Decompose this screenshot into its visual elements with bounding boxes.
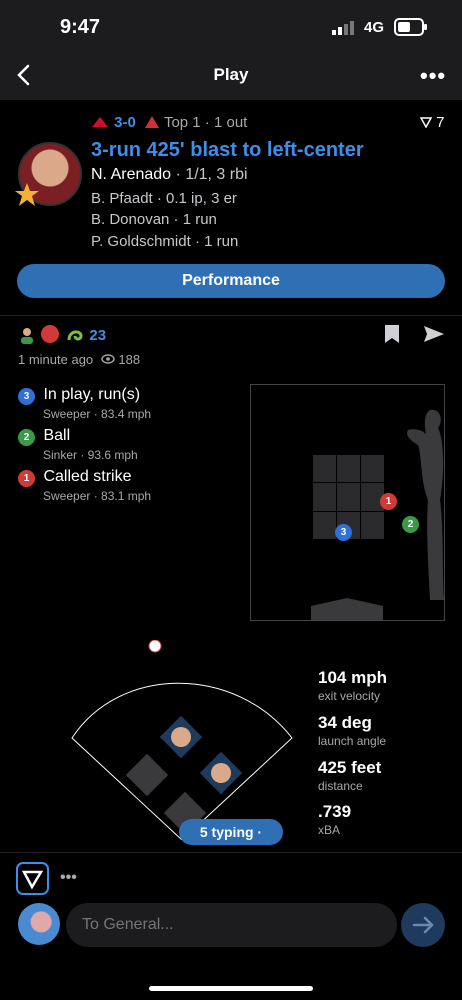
send-button[interactable] [401,903,445,947]
launch-angle-label: launch angle [318,734,387,748]
eye-icon [101,354,115,364]
snake-icon [67,330,83,341]
timestamp: 1 minute ago 188 [18,352,140,367]
arrow-right-icon [412,916,434,934]
pitch-detail: Sweeper · 83.4 mph [43,407,152,421]
battery-icon [394,18,427,36]
cardinals-logo-icon [92,117,108,127]
distance-label: distance [318,779,363,793]
runner-avatar [211,763,231,783]
app-logo-icon[interactable] [16,862,49,895]
xba-value: .739 [318,802,352,821]
nav-bar: Play ••• [0,55,462,95]
pitch-marker-1[interactable]: 1 [380,493,397,510]
exit-velocity-value: 104 mph [318,668,387,687]
launch-angle-value: 34 deg [318,713,372,732]
pitch-number-badge: 3 [18,388,35,405]
xba-label: xBA [318,823,341,837]
home-indicator [149,986,313,991]
red-circle-icon [41,325,60,343]
bookmark-icon[interactable] [384,324,400,344]
pitcher-line: B. Pfaadt · 0.1 ip, 3 er [91,190,237,207]
batter-stats: · 1/1, 3 rbi [175,166,248,183]
reaction-count: 7 [436,114,445,131]
pitch-item[interactable]: 2 Ball Sinker · 93.6 mph [18,427,138,462]
fielder-avatar [171,727,191,747]
pitch-detail: Sinker · 93.6 mph [43,448,138,462]
score-value: 3-0 [114,114,136,131]
user-avatar[interactable] [18,903,60,945]
typing-indicator[interactable]: 5 typing · [179,819,283,845]
pitch-detail: Sweeper · 83.1 mph [43,489,152,503]
reaction-total: 23 [89,327,107,344]
distance-value: 425 feet [318,758,382,777]
more-options[interactable]: ••• [60,869,77,887]
inning-text: Top 1 · 1 out [163,114,248,131]
pitch-result: Called strike [43,468,132,485]
time-ago: 1 minute ago [18,352,94,367]
pitch-result: In play, run(s) [43,386,141,403]
chat-input[interactable] [66,903,397,947]
page-title: Play [213,65,249,84]
user-avatar-icon [21,328,33,344]
network-label: 4G [364,19,385,36]
pitch-marker-3[interactable]: 3 [335,524,352,541]
divider [0,852,462,853]
batter-line: N. Arenado · 1/1, 3 rbi [91,166,248,184]
pitch-item[interactable]: 3 In play, run(s) Sweeper · 83.4 mph [18,386,151,421]
pitch-number-badge: 1 [18,470,35,487]
more-button[interactable]: ••• [420,63,446,89]
home-plate-icon [311,598,383,620]
baseball-icon [148,640,162,653]
pitch-number-badge: 2 [18,429,35,446]
spray-chart [71,640,293,840]
play-headline: 3-run 425' blast to left-center [91,139,364,161]
score-line: 3-0 Top 1 · 1 out [90,114,251,131]
signal-icon [332,21,354,35]
batter-silhouette-icon [407,409,444,600]
runner-line-2: P. Goldschmidt · 1 run [91,233,239,250]
exit-velocity-label: exit velocity [318,689,381,703]
performance-button[interactable]: Performance [17,264,445,298]
filter-icon [419,117,433,129]
status-time: 9:47 [60,16,101,38]
reactions[interactable]: 7 [419,114,445,131]
send-icon[interactable] [423,325,445,343]
view-count: 188 [118,352,141,367]
meta-row: 23 [18,324,106,348]
batter-name: N. Arenado [91,166,172,183]
pitch-result: Ball [43,427,71,444]
runner-line-1: B. Donovan · 1 run [91,211,217,228]
diamondbacks-logo-icon [145,116,160,128]
pitch-item[interactable]: 1 Called strike Sweeper · 83.1 mph [18,468,151,503]
pitch-marker-2[interactable]: 2 [402,516,419,533]
explosion-icon [15,183,39,206]
